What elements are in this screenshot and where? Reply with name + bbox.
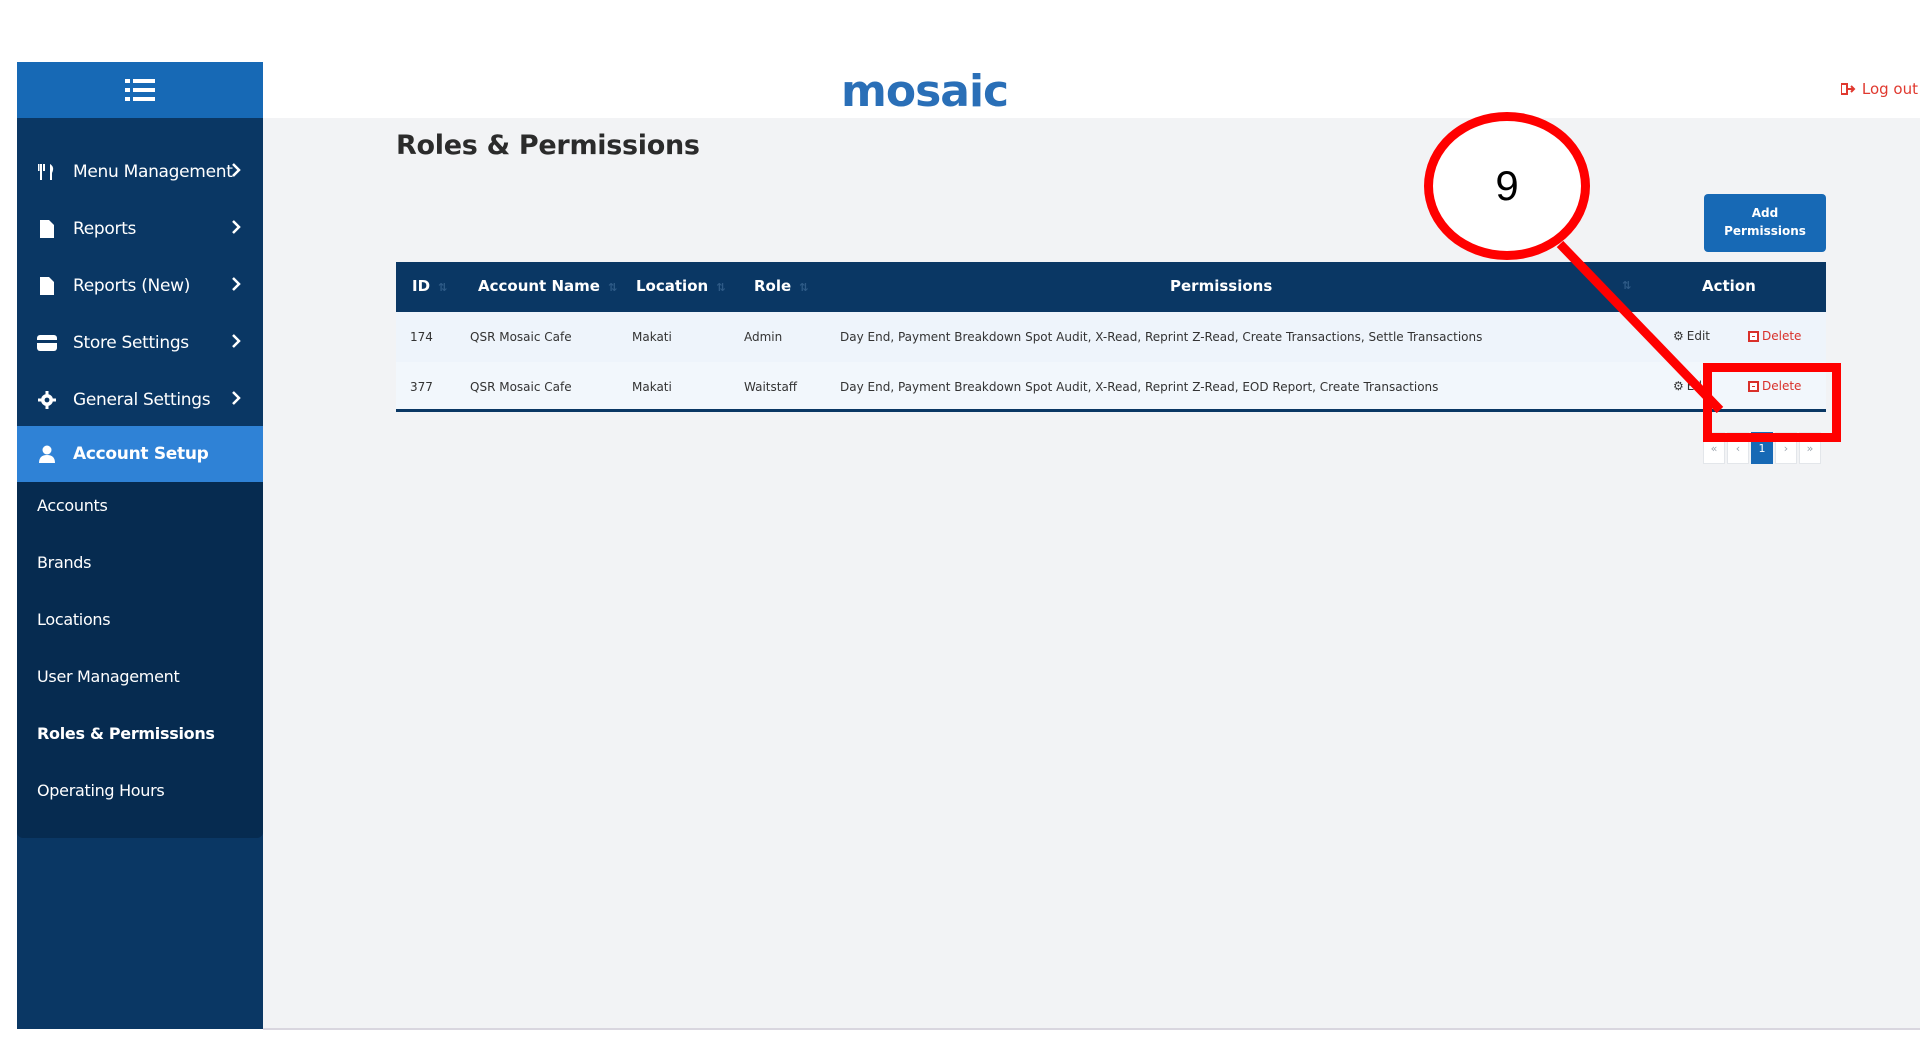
roles-table: ID ⇅ Account Name ⇅ Location ⇅ Role ⇅ Permis… [396,262,1826,412]
column-header-id[interactable]: ID ⇅ [412,277,447,295]
sidebar-toggle[interactable] [17,62,263,118]
sidebar-item-reports-new[interactable]: Reports (New) [17,258,263,314]
cell-permissions: Day End, Payment Breakdown Spot Audit, X… [840,380,1439,394]
cell-permissions: Day End, Payment Breakdown Spot Audit, X… [840,330,1483,344]
cell-location: Makati [632,330,672,344]
chevron-right-icon [231,162,241,182]
edit-button[interactable]: ⚙ Edit [1673,329,1710,343]
chevron-right-icon [231,276,241,296]
logout-label: Log out [1861,80,1918,98]
sort-icon: ⇅ [1622,279,1632,292]
sidebar-item-label: Reports [73,219,137,239]
file-icon [37,219,57,239]
sidebar-item-label: Account Setup [73,444,209,464]
cell-account-name: QSR Mosaic Cafe [470,380,572,394]
column-header-action: Action [1702,277,1756,295]
chevron-right-icon [231,390,241,410]
table-row: 174 QSR Mosaic Cafe Makati Admin Day End… [396,312,1826,362]
cell-role: Admin [744,330,783,344]
sidebar-item-account-setup[interactable]: Account Setup [17,426,263,482]
top-bar: mosaic Log out [263,62,1920,118]
table-row: 377 QSR Mosaic Cafe Makati Waitstaff Day… [396,362,1826,412]
gear-icon: ⚙ [1673,379,1684,393]
annotation-step-badge: 9 [1424,112,1590,260]
sort-icon: ⇅ [799,281,809,294]
delete-button[interactable]: Delete [1748,329,1801,343]
gear-icon: ⚙ [1673,329,1684,343]
sidebar: Menu Management Reports Reports (New) St… [17,62,263,1029]
add-button-line2: Permissions [1724,224,1806,238]
page-title: Roles & Permissions [396,130,700,161]
sort-icon: ⇅ [438,281,448,294]
column-header-role[interactable]: Role ⇅ [754,277,808,295]
sidebar-item-label: General Settings [73,390,211,410]
submenu-item-brands[interactable]: Brands [37,553,92,572]
sidebar-item-store-settings[interactable]: Store Settings [17,315,263,371]
chevron-right-icon [231,333,241,353]
sidebar-item-label: Reports (New) [73,276,191,296]
cell-location: Makati [632,380,672,394]
list-icon [125,79,155,101]
sidebar-item-reports[interactable]: Reports [17,201,263,257]
submenu-item-locations[interactable]: Locations [37,610,111,629]
sidebar-item-label: Menu Management [73,162,233,182]
cell-role: Waitstaff [744,380,798,394]
add-permissions-button[interactable]: Add Permissions [1704,194,1826,252]
file-icon [37,276,57,296]
add-button-line1: Add [1751,206,1779,220]
submenu-item-operating-hours[interactable]: Operating Hours [37,781,165,800]
sidebar-item-general-settings[interactable]: General Settings [17,372,263,428]
utensils-icon [37,162,57,182]
gear-icon [37,390,57,410]
column-header-permissions[interactable]: Permissions [1170,277,1272,295]
cell-id: 174 [410,330,433,344]
account-setup-submenu: Accounts Brands Locations User Managemen… [17,482,263,838]
sidebar-item-menu-management[interactable]: Menu Management [17,144,263,200]
cell-id: 377 [410,380,433,394]
table-header: ID ⇅ Account Name ⇅ Location ⇅ Role ⇅ Permis… [396,262,1826,312]
user-icon [37,444,57,464]
brand-logo[interactable]: mosaic [841,66,1009,117]
app-window: Menu Management Reports Reports (New) St… [17,62,1920,1029]
store-icon [37,333,57,353]
chevron-right-icon [231,219,241,239]
sidebar-item-label: Store Settings [73,333,189,353]
delete-icon [1748,330,1759,342]
column-header-account-name[interactable]: Account Name ⇅ [478,277,617,295]
sort-icon: ⇅ [607,281,618,294]
sign-out-icon [1840,83,1856,95]
annotation-highlight-box [1703,363,1841,442]
submenu-item-roles-permissions[interactable]: Roles & Permissions [37,724,215,743]
cell-account-name: QSR Mosaic Cafe [470,330,572,344]
bottom-divider [263,1028,1920,1030]
submenu-item-accounts[interactable]: Accounts [37,496,108,515]
column-header-location[interactable]: Location ⇅ [636,277,725,295]
logout-link[interactable]: Log out [1840,80,1918,98]
submenu-item-user-management[interactable]: User Management [37,667,180,686]
sort-icon: ⇅ [716,281,726,294]
